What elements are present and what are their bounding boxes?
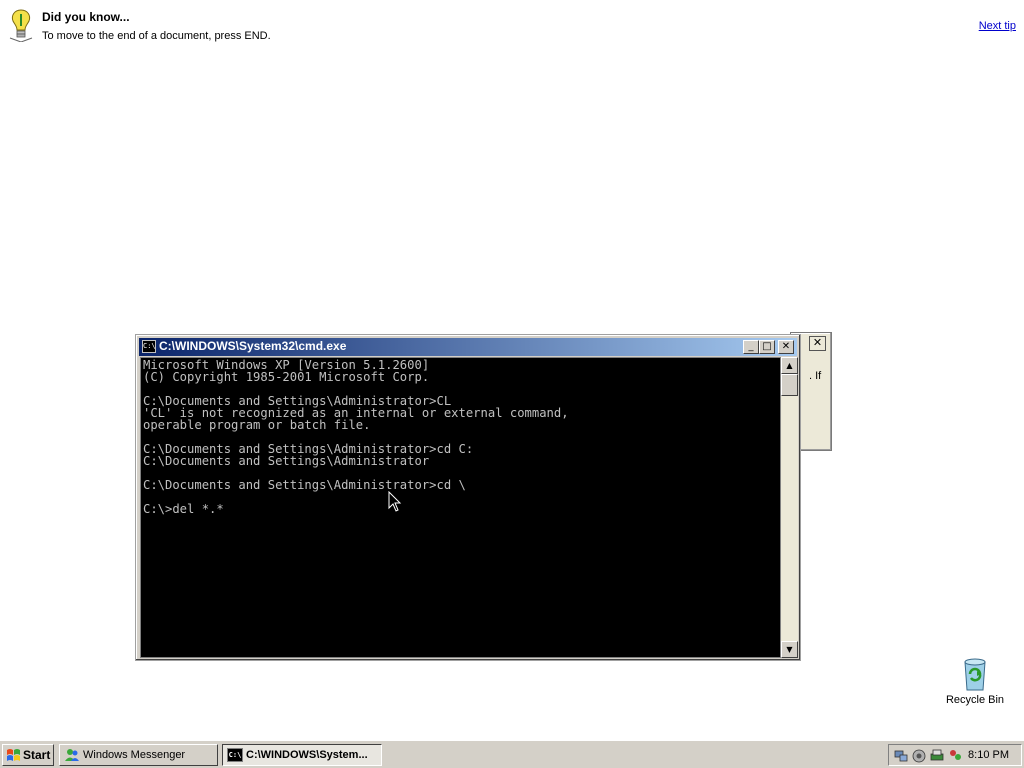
cmd-titlebar[interactable]: C:\ C:\WINDOWS\System32\cmd.exe _ □ ✕ <box>139 338 797 356</box>
recycle-bin-icon <box>964 658 986 691</box>
scroll-thumb[interactable] <box>781 374 798 396</box>
scroll-up-button[interactable]: ▲ <box>781 357 798 374</box>
console-scrollbar[interactable]: ▲ ▼ <box>781 357 798 658</box>
minimize-button[interactable]: _ <box>743 340 759 354</box>
taskbar-button-windows-messenger[interactable]: Windows Messenger <box>59 744 218 766</box>
printer-icon[interactable] <box>929 748 945 764</box>
cmd-window-title: C:\WINDOWS\System32\cmd.exe <box>159 339 347 353</box>
console-output[interactable]: Microsoft Windows XP [Version 5.1.2600] … <box>140 357 781 658</box>
recycle-bin-label: Recycle Bin <box>945 694 1005 706</box>
taskbar-button-label: C:\WINDOWS\System... <box>246 749 368 761</box>
next-tip-link[interactable]: Next tip <box>979 20 1016 32</box>
tip-text: To move to the end of a document, press … <box>42 30 271 42</box>
console-line: C:\Documents and Settings\Administrator>… <box>143 478 466 492</box>
lightbulb-icon <box>9 9 33 42</box>
volume-icon[interactable] <box>911 748 927 764</box>
mouse-pointer-icon <box>388 491 402 512</box>
taskbar: Start Windows Messenger C:\ C:\WINDOWS\S… <box>0 740 1024 768</box>
close-button[interactable]: ✕ <box>778 340 794 354</box>
system-tray: 8:10 PM <box>888 744 1022 766</box>
scroll-down-button[interactable]: ▼ <box>781 641 798 658</box>
cmd-window: C:\ C:\WINDOWS\System32\cmd.exe _ □ ✕ Mi… <box>135 334 801 661</box>
clock[interactable]: 8:10 PM <box>968 749 1009 761</box>
maximize-button[interactable]: □ <box>759 340 775 354</box>
people-icon[interactable] <box>947 748 963 764</box>
start-label: Start <box>23 748 51 762</box>
console-line: C:\Documents and Settings\Administrator <box>143 454 430 468</box>
messenger-icon <box>65 749 79 761</box>
taskbar-button-cmd[interactable]: C:\ C:\WINDOWS\System... <box>222 744 382 766</box>
console-line: C:\>del *.* <box>143 502 224 516</box>
console-line: (C) Copyright 1985-2001 Microsoft Corp. <box>143 370 430 384</box>
cmd-icon: C:\ <box>142 340 156 353</box>
background-dialog-text: . If <box>809 370 822 382</box>
background-dialog-close-button[interactable]: ✕ <box>809 336 826 351</box>
network-icon[interactable] <box>893 748 909 764</box>
console-line: operable program or batch file. <box>143 418 371 432</box>
cmd-icon: C:\ <box>227 748 243 762</box>
windows-logo-icon <box>7 749 20 761</box>
taskbar-button-label: Windows Messenger <box>83 749 186 761</box>
tip-title: Did you know... <box>42 10 130 24</box>
start-button[interactable]: Start <box>2 744 54 766</box>
recycle-bin[interactable]: Recycle Bin <box>940 656 1010 706</box>
